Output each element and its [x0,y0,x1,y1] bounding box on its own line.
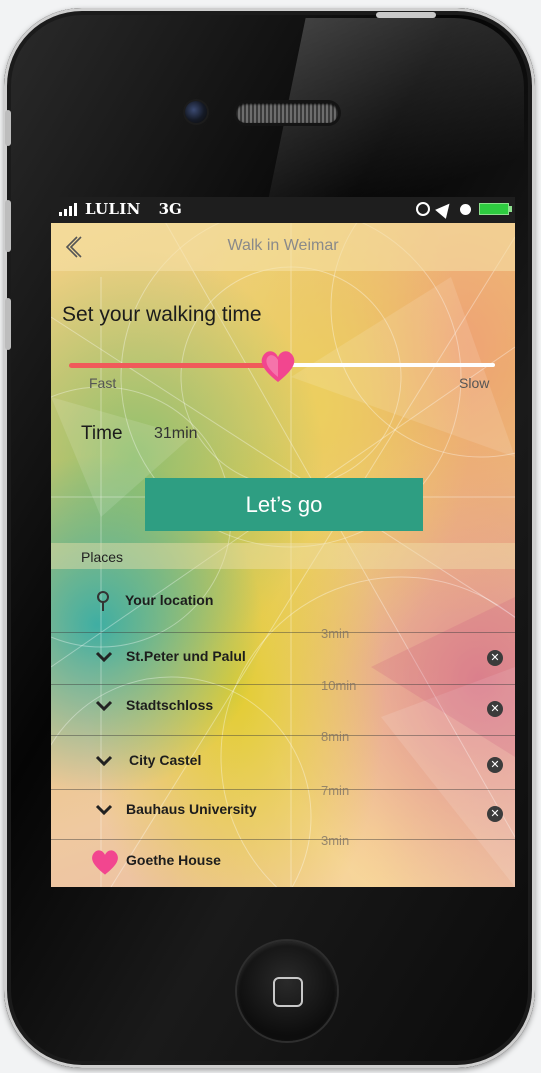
place-name: City Castel [129,752,202,768]
list-item-stop[interactable]: St.Peter und Palul ✕ [51,645,515,671]
time-value: 31min [154,425,198,442]
page-title: Walk in Weimar [227,237,339,254]
app-screen: LULIN 3G Walk in Weimar Set your walking… [51,197,515,887]
segment-duration: 3min [321,626,350,641]
chevron-down-icon[interactable] [95,755,113,767]
volume-up-button [5,200,11,252]
slider-min-label: Fast [89,375,117,391]
list-item-stop[interactable]: City Castel ✕ [51,749,515,775]
network-type: 3G [158,200,182,218]
places-label: Places [81,549,124,565]
heart-icon[interactable] [258,347,298,385]
route-divider [51,632,515,633]
remove-circle-icon[interactable]: ✕ [487,757,503,773]
place-name: Goethe House [126,852,221,868]
chevron-down-icon[interactable] [95,804,113,816]
place-name: St.Peter und Palul [126,648,246,664]
volume-down-button [5,298,11,350]
home-square-icon [273,977,303,1007]
route-divider [51,789,515,790]
route-divider [51,735,515,736]
map-pin-icon [97,591,109,611]
alarm-icon [460,203,471,215]
place-name: Stadtschloss [126,697,214,713]
segment-duration: 7min [321,783,350,798]
segment-duration: 8min [321,729,350,744]
earpiece-speaker [236,103,338,123]
remove-circle-icon[interactable]: ✕ [487,650,503,666]
time-label: Time [81,423,123,444]
place-name: Bauhaus University [126,801,257,817]
list-item-start[interactable]: Your location [51,589,515,615]
navigation-bar: Walk in Weimar [51,223,515,271]
status-bar: LULIN 3G [51,197,515,223]
slider-track-filled [69,363,279,368]
battery-icon [479,203,512,215]
power-button [376,12,436,18]
remove-circle-icon[interactable]: ✕ [487,806,503,822]
geometric-background [51,197,515,887]
chevron-down-icon[interactable] [95,651,113,663]
signal-icon [59,202,77,216]
list-item-stop[interactable]: Stadtschloss ✕ [51,694,515,720]
list-item-stop[interactable]: Bauhaus University ✕ [51,798,515,824]
carrier-name: LULIN [85,200,141,218]
location-arrow-icon [435,199,455,219]
front-camera [185,101,207,123]
place-name: Your location [125,592,214,608]
remove-circle-icon[interactable]: ✕ [487,701,503,717]
lets-go-button[interactable]: Let’s go [145,478,423,531]
rotation-lock-icon [416,202,430,216]
slider-track-empty [279,363,495,367]
route-divider [51,684,515,685]
slider-max-label: Slow [459,375,490,391]
list-item-destination[interactable]: Goethe House [51,849,515,875]
mute-switch [5,110,11,146]
route-divider [51,839,515,840]
heart-icon [92,850,118,875]
segment-duration: 10min [321,678,357,693]
segment-duration: 3min [321,833,350,848]
chevron-down-icon[interactable] [95,700,113,712]
walking-time-heading: Set your walking time [62,303,262,326]
home-button[interactable] [237,941,337,1041]
